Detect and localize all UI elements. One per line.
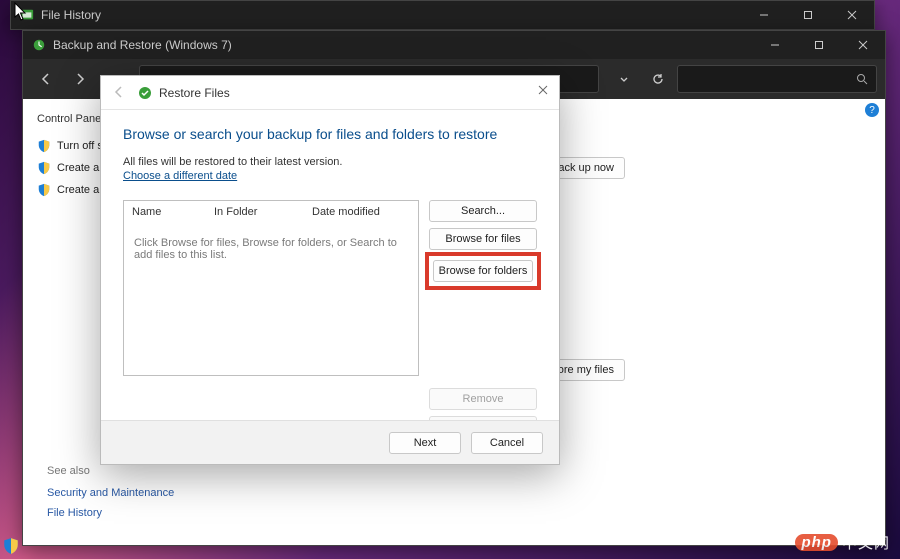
backup-restore-icon	[31, 37, 47, 53]
see-also-link-filehistory[interactable]: File History	[47, 507, 174, 519]
close-button[interactable]	[841, 31, 885, 59]
search-box[interactable]	[677, 65, 877, 93]
close-button[interactable]	[830, 1, 874, 29]
see-also-section: See also Security and Maintenance File H…	[47, 465, 174, 527]
maximize-button[interactable]	[786, 1, 830, 29]
back-icon[interactable]	[111, 84, 129, 102]
browse-files-button[interactable]: Browse for files	[429, 228, 537, 250]
col-name[interactable]: Name	[124, 206, 206, 218]
minimize-button[interactable]	[753, 31, 797, 59]
maximize-button[interactable]	[797, 31, 841, 59]
list-empty-text: Click Browse for files, Browse for folde…	[124, 223, 418, 275]
minimize-button[interactable]	[742, 1, 786, 29]
watermark-text: 中文网	[842, 532, 890, 553]
restore-files-icon	[137, 85, 153, 101]
dialog-footer: Next Cancel	[101, 420, 559, 464]
highlight-annotation: Browse for folders	[425, 252, 541, 290]
nav-back-button[interactable]	[31, 64, 61, 94]
search-icon	[856, 73, 868, 85]
window-file-history: File History	[10, 0, 875, 30]
shield-icon	[37, 161, 51, 175]
address-dropdown[interactable]	[609, 64, 639, 94]
watermark: php 中文网	[795, 532, 890, 553]
cursor-icon	[14, 2, 28, 22]
dialog-title: Restore Files	[159, 86, 230, 100]
see-also-link-security[interactable]: Security and Maintenance	[47, 487, 174, 499]
refresh-button[interactable]	[643, 65, 673, 93]
file-list[interactable]: Name In Folder Date modified Click Brows…	[123, 200, 419, 376]
search-button[interactable]: Search...	[429, 200, 537, 222]
remove-button: Remove	[429, 388, 537, 410]
shield-icon	[37, 183, 51, 197]
cancel-button[interactable]: Cancel	[471, 432, 543, 454]
col-date[interactable]: Date modified	[304, 206, 418, 218]
dialog-close-button[interactable]	[533, 80, 553, 100]
choose-date-link[interactable]: Choose a different date	[123, 170, 237, 182]
dialog-heading: Browse or search your backup for files a…	[123, 126, 537, 142]
help-badge[interactable]: ?	[865, 103, 879, 117]
window-title: Backup and Restore (Windows 7)	[53, 38, 232, 52]
col-folder[interactable]: In Folder	[206, 206, 304, 218]
dialog-restore-files: Restore Files Browse or search your back…	[100, 75, 560, 465]
list-header: Name In Folder Date modified	[124, 201, 418, 223]
see-also-header: See also	[47, 465, 174, 477]
window-title: File History	[41, 8, 101, 22]
dialog-subtext: All files will be restored to their late…	[123, 156, 537, 168]
watermark-pill: php	[795, 534, 838, 551]
nav-forward-button[interactable]	[65, 64, 95, 94]
browse-folders-button[interactable]: Browse for folders	[433, 260, 533, 282]
shield-icon	[37, 139, 51, 153]
taskbar-shield-icon[interactable]	[2, 537, 20, 555]
next-button[interactable]: Next	[389, 432, 461, 454]
